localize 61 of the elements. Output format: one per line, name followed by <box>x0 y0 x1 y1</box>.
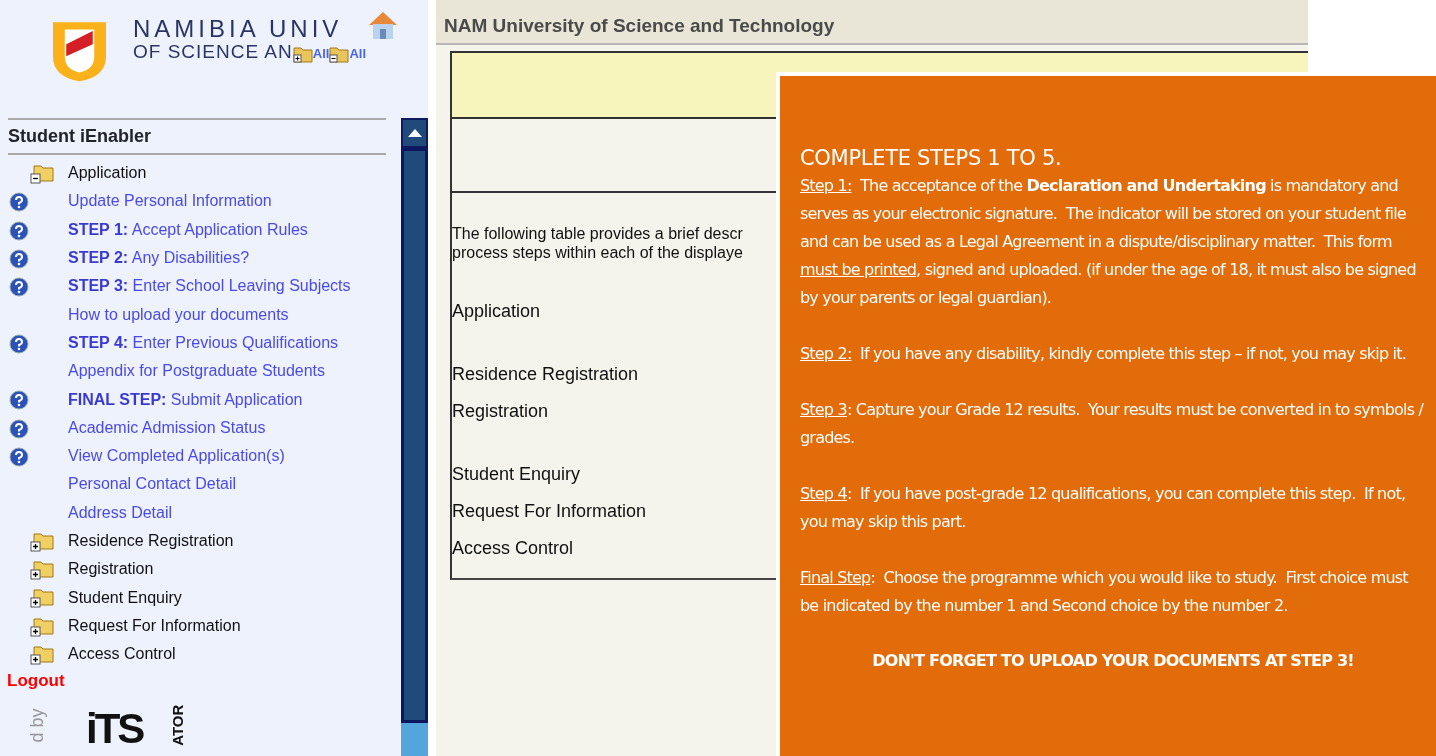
help-icon[interactable] <box>9 418 29 439</box>
notice-heading: COMPLETE STEPS 1 TO 5. <box>800 145 1063 172</box>
help-icon[interactable] <box>9 390 29 411</box>
menu-link[interactable]: Appendix for Postgraduate Students <box>68 359 326 384</box>
logo-text: NAMIBIA UNIV <box>133 16 344 43</box>
menu-link[interactable]: Update Personal Information <box>68 189 272 214</box>
section-label: Request For Information <box>452 499 647 523</box>
folder-icon[interactable] <box>329 45 350 64</box>
menu-link[interactable]: View Completed Application(s) <box>68 444 285 469</box>
folder-item[interactable]: Application <box>68 161 147 186</box>
menu-link[interactable]: Personal Contact Detail <box>68 472 237 497</box>
triangle-up-icon <box>407 129 422 137</box>
brand-logo-text: ATOR <box>168 704 188 746</box>
page-title: NAM University of Science and Technology <box>436 0 1308 45</box>
logout-link[interactable]: Logout <box>7 668 400 694</box>
folder-icon[interactable] <box>30 587 54 610</box>
folder-icon[interactable] <box>30 162 54 185</box>
logo-text: OF SCIENCE AN <box>133 42 293 64</box>
section-label: Student Enquiry <box>452 462 581 486</box>
intro-text: The following table provides a brief descr <box>452 223 743 243</box>
help-icon[interactable] <box>9 333 29 354</box>
notice-footer: DON'T FORGET TO UPLOAD YOUR DOCUMENTS AT STEP 3! <box>800 647 1426 675</box>
folder-item[interactable]: Access Control <box>68 642 176 667</box>
menu-link[interactable]: FINAL STEP: Submit Application <box>68 387 303 412</box>
folder-icon[interactable] <box>30 615 54 638</box>
menu-link[interactable]: STEP 4: Enter Previous Qualifications <box>68 330 339 355</box>
notice-paragraph: Final Step: Choose the programme which you would like to study. First choice must be indicated by the number 1 and Second choice by the number 2. <box>800 567 1409 617</box>
sidebar-title: Student iEnabler <box>8 118 386 155</box>
help-icon[interactable] <box>9 277 29 298</box>
brand-logo-text: iTS <box>86 707 143 748</box>
help-icon[interactable] <box>9 248 29 269</box>
expand-link[interactable]: All <box>349 43 366 64</box>
notice-paragraph: Step 4: If you have post-grade 12 qualifications, you can complete this step. If not, you may skip this part. <box>800 483 1407 533</box>
folder-item[interactable]: Student Enquiry <box>68 585 182 610</box>
menu-link[interactable]: Academic Admission Status <box>68 415 266 440</box>
menu-link[interactable]: Address Detail <box>68 500 173 525</box>
help-icon[interactable] <box>9 192 29 213</box>
section-label: Access Control <box>452 536 574 560</box>
folder-icon[interactable] <box>30 643 54 666</box>
menu-link[interactable]: STEP 3: Enter School Leaving Subjects <box>68 274 351 299</box>
folder-icon[interactable] <box>30 559 54 582</box>
help-icon[interactable] <box>9 220 29 241</box>
section-label: Residence Registration <box>452 362 639 386</box>
folder-item[interactable]: Registration <box>68 557 154 582</box>
powered-by-text: d by <box>25 708 48 743</box>
folder-item[interactable]: Residence Registration <box>68 529 234 553</box>
notice-paragraph: Step 3: Capture your Grade 12 results. Your results must be converted in to symbols / grades. <box>800 399 1425 449</box>
scroll-up-button[interactable] <box>401 118 428 148</box>
menu-link[interactable]: How to upload your documents <box>68 302 289 327</box>
menu-link[interactable]: STEP 1: Accept Application Rules <box>68 217 308 242</box>
notice-paragraph: Step 2: If you have any disability, kindly complete this step – if not, you may skip it. <box>800 343 1407 365</box>
intro-text: process steps within each of the displaye <box>452 242 743 262</box>
expand-link[interactable]: All <box>312 43 330 64</box>
help-icon[interactable] <box>9 446 29 467</box>
section-label: Application <box>452 299 541 323</box>
folder-icon[interactable] <box>30 530 54 553</box>
folder-item[interactable]: Request For Information <box>68 613 241 638</box>
folder-icon[interactable] <box>292 45 313 64</box>
notice-paragraph: Step 1: The acceptance of the Declaration and Undertaking is mandatory and serves as your electronic signature. The indicator will be stored on your student file and can be used as a Legal Agreement in a dispute/disciplinary matter. This form must be printed, signed and uploaded. (if under the age of 18, it must also be signed by your parents or legal guardian). <box>800 175 1417 309</box>
menu-link[interactable]: STEP 2: Any Disabilities? <box>68 246 250 271</box>
section-label: Registration <box>452 399 549 423</box>
